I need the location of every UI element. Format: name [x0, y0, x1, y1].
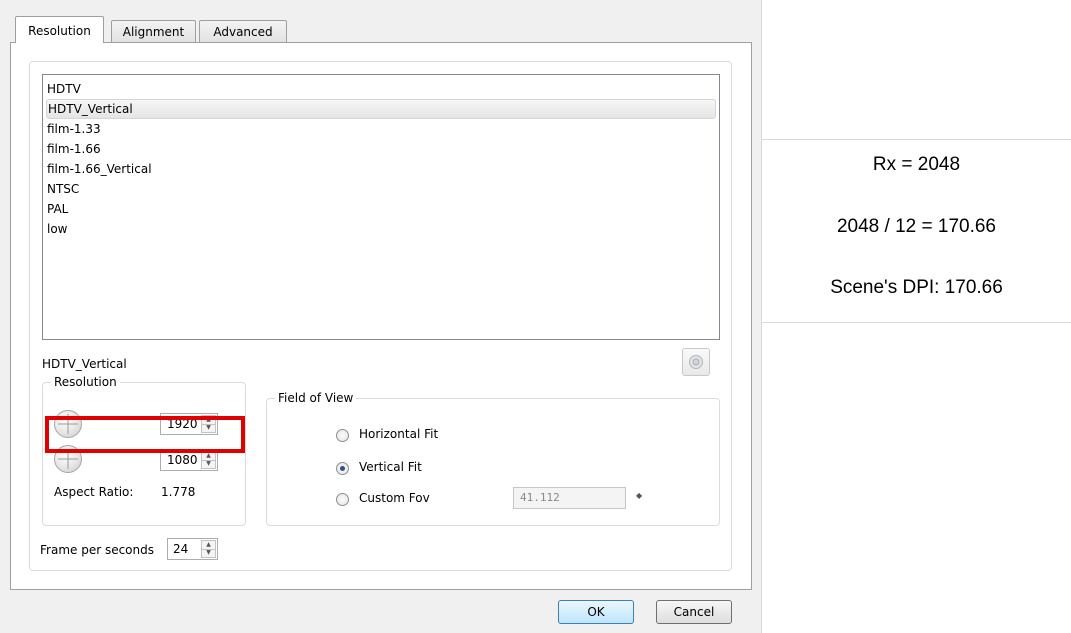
annotation-line-2: 2048 / 12 = 170.66	[836, 216, 996, 237]
tab-resolution[interactable]: Resolution	[15, 16, 104, 43]
preset-list[interactable]: HDTV HDTV_Vertical film-1.33 film-1.66 f…	[42, 74, 720, 340]
fov-spin-icon[interactable]: ◆	[636, 491, 642, 500]
annotation-line-3: Scene's DPI: 170.66	[830, 277, 1003, 298]
fps-spin-buttons[interactable]: ▲ ▼	[201, 540, 216, 558]
tab-panel: HDTV HDTV_Vertical film-1.33 film-1.66 f…	[10, 42, 752, 590]
list-item[interactable]: film-1.66_Vertical	[46, 159, 716, 179]
height-spin-buttons[interactable]: ▲ ▼	[201, 451, 216, 469]
list-item[interactable]: film-1.66	[46, 139, 716, 159]
scene-settings-dialog: Resolution Alignment Advanced HDTV HDTV_…	[0, 0, 762, 633]
dpi-annotation: Rx = 2048 2048 / 12 = 170.66 Scene's DPI…	[762, 139, 1071, 323]
list-item[interactable]: PAL	[46, 199, 716, 219]
aspect-ratio-value: 1.778	[161, 485, 196, 499]
annotation-line-1: Rx = 2048	[872, 154, 961, 175]
custom-fov-radio[interactable]	[336, 493, 349, 506]
horizontal-fit-label: Horizontal Fit	[359, 427, 439, 441]
cancel-button[interactable]: Cancel	[656, 600, 732, 624]
settings-frame: HDTV HDTV_Vertical film-1.33 film-1.66 f…	[29, 61, 732, 571]
custom-fov-label: Custom Fov	[359, 491, 430, 505]
horizontal-fit-radio[interactable]	[336, 429, 349, 442]
resolution-group: Resolution 1920 ▲ ▼ 1080 ▲ ▼ Aspect Rati…	[42, 375, 246, 526]
save-preset-button[interactable]	[682, 348, 710, 376]
vertical-fit-radio[interactable]	[336, 462, 349, 475]
spin-up-icon[interactable]: ▲	[202, 541, 215, 549]
tab-advanced[interactable]: Advanced	[199, 20, 287, 42]
height-value: 1080	[167, 453, 198, 467]
ok-button[interactable]: OK	[558, 600, 634, 624]
fps-label: Frame per seconds	[40, 543, 154, 557]
fps-stepper[interactable]: 24 ▲ ▼	[167, 538, 218, 560]
highlight-box	[45, 416, 245, 453]
resolution-group-title: Resolution	[51, 375, 120, 389]
list-item[interactable]: film-1.33	[46, 119, 716, 139]
field-of-view-title: Field of View	[275, 391, 357, 405]
selected-preset-name: HDTV_Vertical	[42, 357, 127, 371]
aspect-ratio-label: Aspect Ratio:	[54, 485, 134, 499]
list-item[interactable]: HDTV	[46, 79, 716, 99]
list-item[interactable]: HDTV_Vertical	[46, 99, 716, 119]
field-of-view-group: Field of View Horizontal Fit Vertical Fi…	[266, 391, 720, 526]
custom-fov-field[interactable]: 41.112	[513, 487, 626, 509]
vertical-fit-label: Vertical Fit	[359, 460, 422, 474]
spin-down-icon[interactable]: ▼	[202, 548, 215, 558]
list-item[interactable]: low	[46, 219, 716, 239]
save-icon	[689, 355, 703, 369]
fps-value: 24	[173, 542, 189, 556]
spin-down-icon[interactable]: ▼	[202, 459, 215, 469]
tab-alignment[interactable]: Alignment	[111, 20, 196, 42]
spin-up-icon[interactable]: ▲	[202, 452, 215, 460]
list-item[interactable]: NTSC	[46, 179, 716, 199]
